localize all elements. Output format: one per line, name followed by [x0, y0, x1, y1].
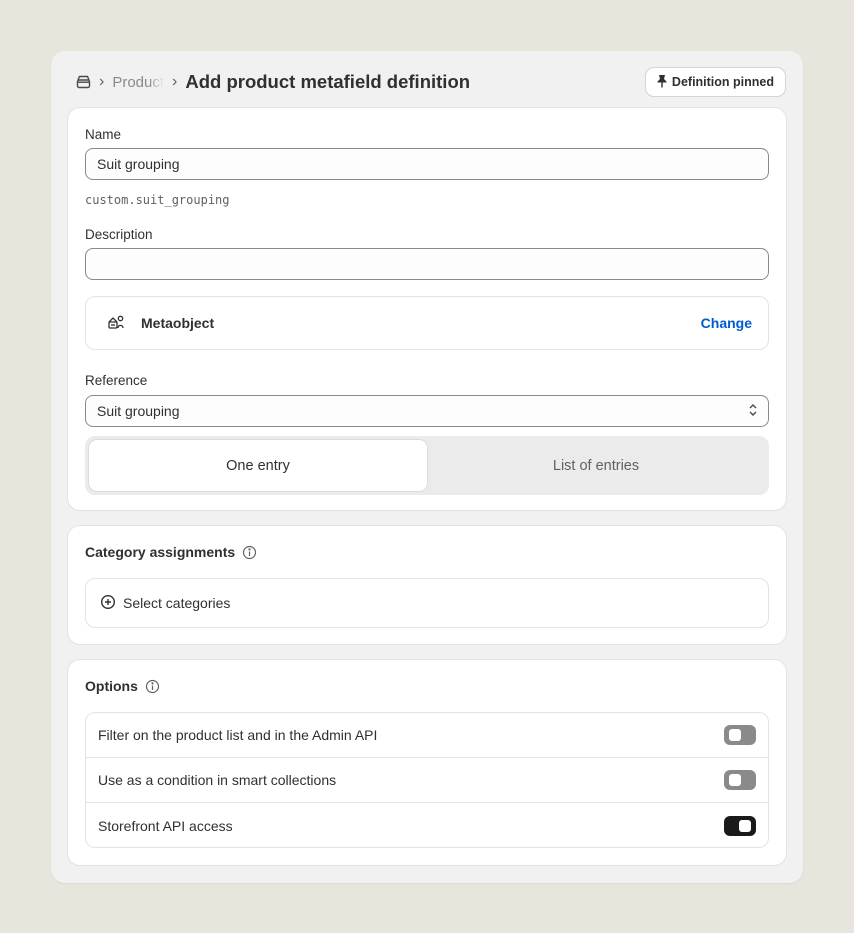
- reference-label: Reference: [85, 373, 148, 388]
- category-assignments-heading: Category assignments: [85, 544, 257, 560]
- options-heading: Options: [85, 678, 160, 694]
- option-row-storefront-api: Storefront API access: [86, 803, 768, 848]
- entry-type-toggle: One entry List of entries: [85, 436, 769, 495]
- options-card: Options Filter on the product list and i…: [68, 660, 786, 865]
- category-assignments-card: Category assignments Select categories: [68, 526, 786, 644]
- page-title: Add product metafield definition: [185, 71, 471, 92]
- chevron-up-down-icon: [748, 403, 758, 420]
- definition-card: Name Suit grouping custom.suit_grouping …: [68, 108, 786, 510]
- smart-collections-toggle[interactable]: [724, 770, 756, 790]
- breadcrumb-separator: ›: [99, 73, 105, 90]
- definition-pinned-label: Definition pinned: [671, 75, 774, 89]
- breadcrumb-parent[interactable]: Product: [112, 74, 164, 91]
- admin-filter-toggle[interactable]: [724, 725, 756, 745]
- storefront-api-toggle[interactable]: [724, 815, 756, 836]
- select-categories-label: Select categories: [123, 595, 231, 611]
- option-row-admin-filter: Filter on the product list and in the Ad…: [86, 713, 768, 758]
- page-header: › Product › Add product metafield defini…: [75, 67, 785, 97]
- page-shell: › Product › Add product metafield defini…: [51, 51, 803, 883]
- breadcrumb-separator: ›: [172, 73, 178, 90]
- type-selector: Metaobject Change: [85, 296, 769, 350]
- metaobject-icon: [107, 313, 125, 334]
- info-icon[interactable]: [145, 679, 160, 694]
- change-type-link[interactable]: Change: [701, 315, 752, 331]
- list-of-entries-option[interactable]: List of entries: [427, 440, 765, 491]
- description-label: Description: [85, 227, 153, 242]
- one-entry-option[interactable]: One entry: [89, 440, 427, 491]
- info-icon[interactable]: [242, 545, 257, 560]
- select-categories-button[interactable]: Select categories: [85, 578, 769, 628]
- option-label: Storefront API access: [98, 817, 233, 834]
- reference-select-value: Suit grouping: [97, 403, 180, 419]
- reference-select[interactable]: Suit grouping: [85, 395, 769, 427]
- option-label: Filter on the product list and in the Ad…: [98, 727, 378, 743]
- name-input[interactable]: Suit grouping: [85, 148, 769, 180]
- type-name: Metaobject: [141, 315, 215, 331]
- name-input-value: Suit grouping: [97, 156, 180, 172]
- name-label: Name: [85, 127, 122, 142]
- store-icon[interactable]: [75, 74, 91, 90]
- namespace-key: custom.suit_grouping: [85, 193, 230, 207]
- options-title: Options: [85, 678, 138, 694]
- options-list: Filter on the product list and in the Ad…: [85, 712, 769, 848]
- option-label: Use as a condition in smart collections: [98, 772, 337, 788]
- pin-icon: [656, 74, 668, 91]
- definition-pinned-button[interactable]: Definition pinned: [645, 68, 785, 96]
- description-input[interactable]: [85, 248, 769, 280]
- plus-circle-icon: [100, 594, 116, 613]
- category-assignments-title: Category assignments: [85, 544, 236, 560]
- option-row-smart-collections: Use as a condition in smart collections: [86, 758, 768, 803]
